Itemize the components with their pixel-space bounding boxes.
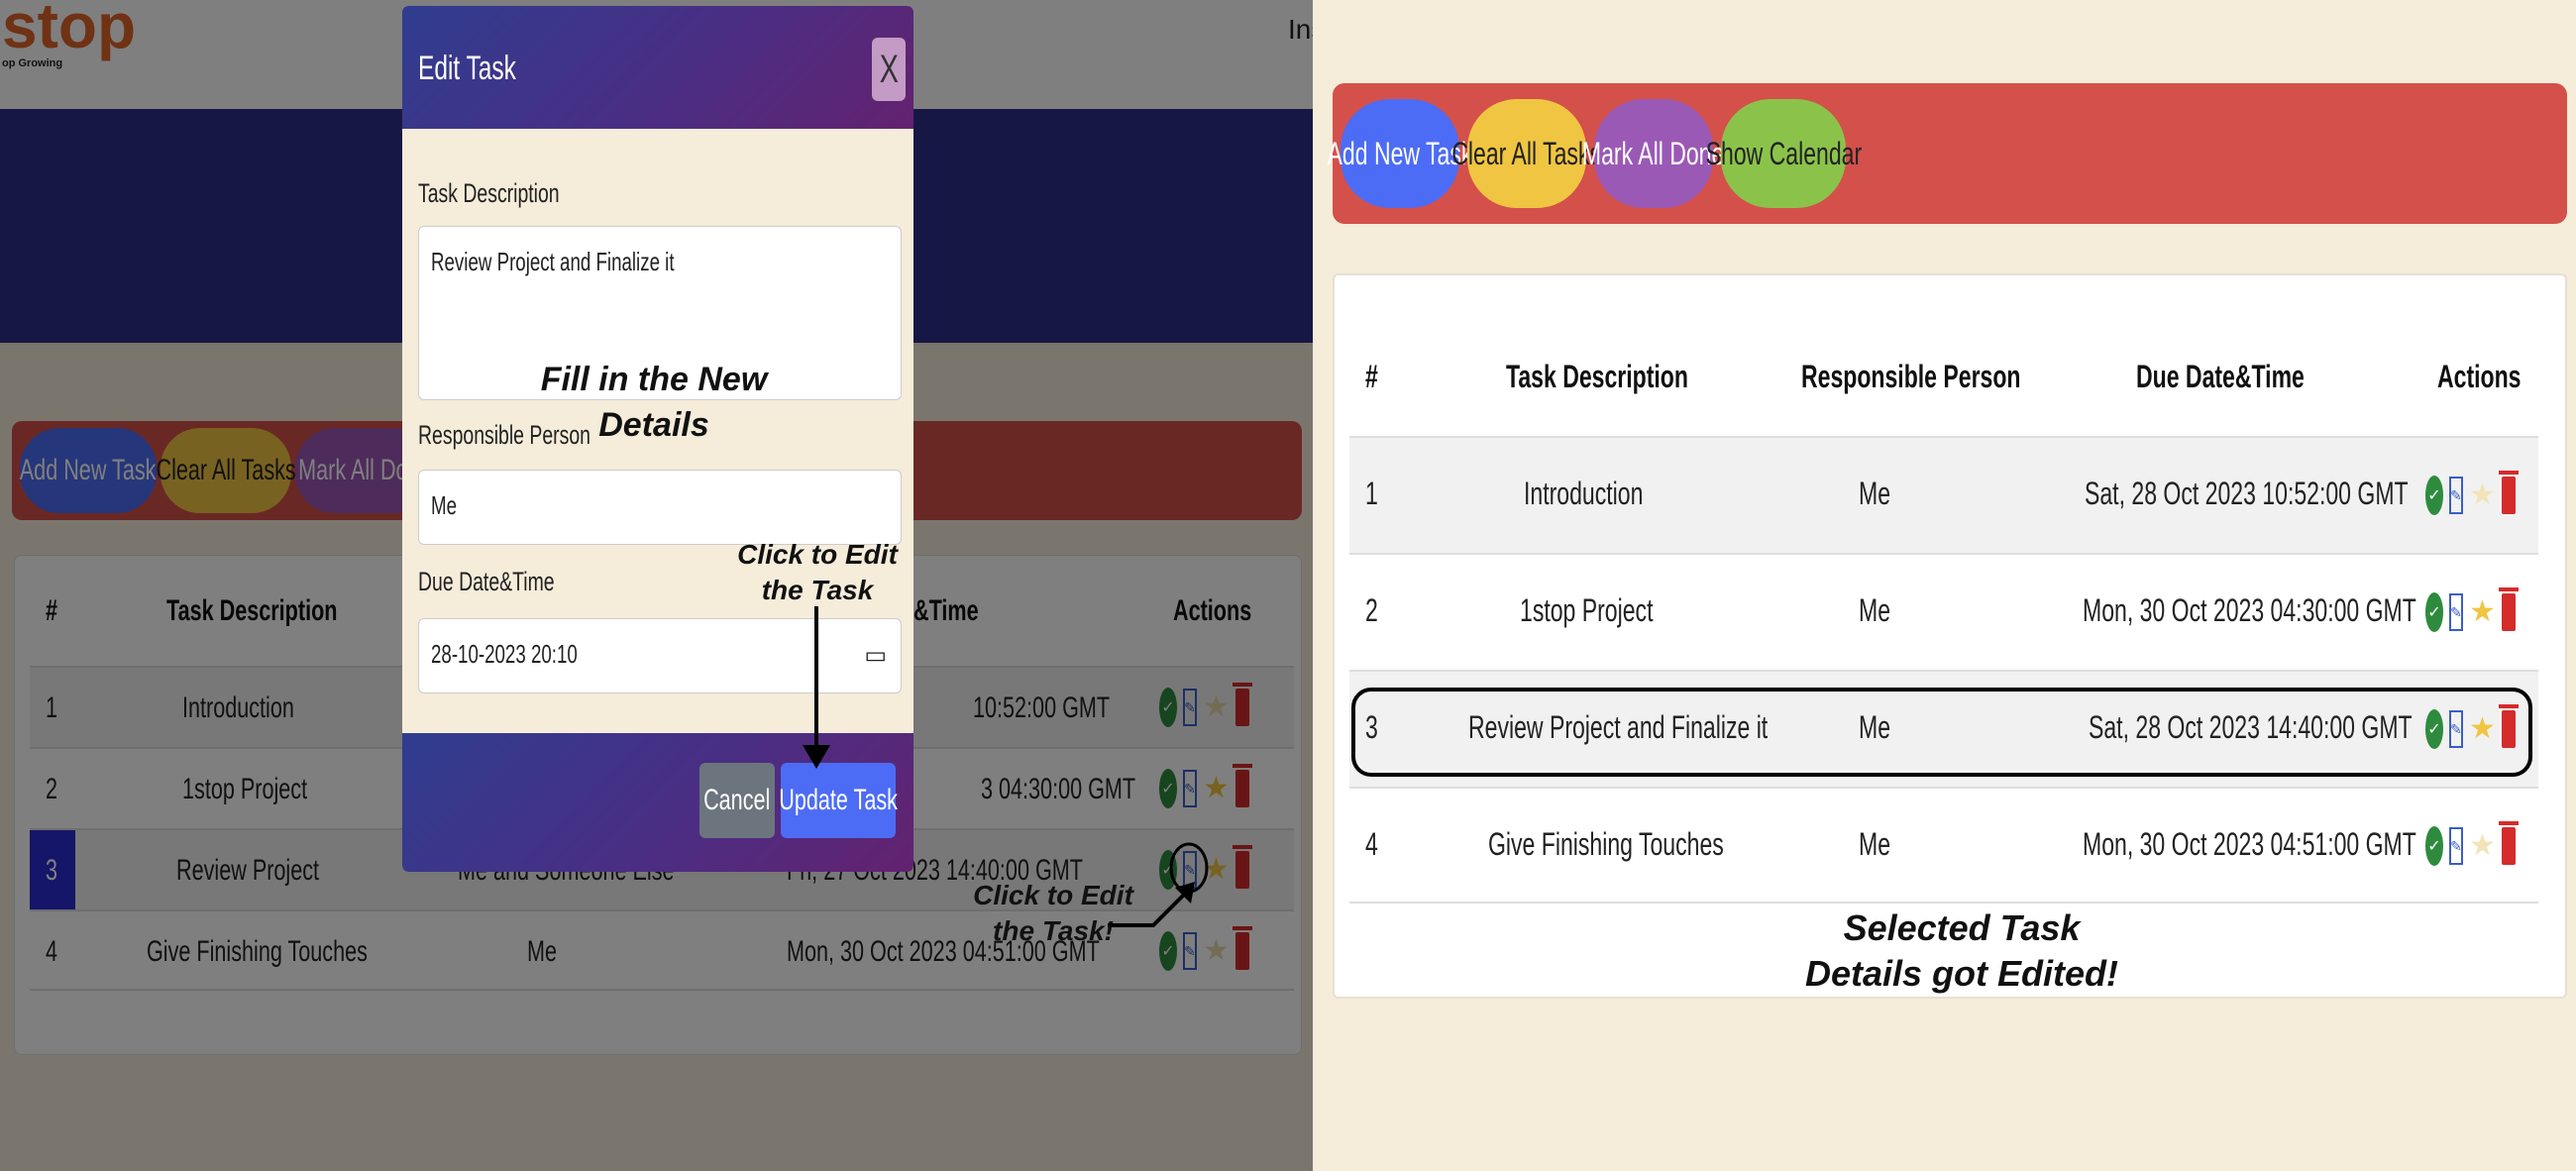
row-desc: Give Finishing Touches (1488, 826, 1724, 862)
annotation-arrows (803, 606, 1209, 927)
check-icon[interactable]: ✓ (2425, 476, 2443, 515)
edit-icon[interactable]: ✎ (2449, 477, 2463, 514)
table-row: 4 Give Finishing Touches Me Mon, 30 Oct … (1349, 787, 2538, 904)
row-desc: Review Project and Finalize it (1468, 709, 1769, 745)
row-num: 2 (1365, 592, 1378, 628)
edit-icon[interactable]: ✎ (2449, 593, 2463, 631)
trash-icon[interactable] (2498, 471, 2519, 514)
row-num: 3 (1365, 709, 1378, 745)
show-calendar-button[interactable]: Show Calendar (1705, 99, 1862, 208)
col-header-desc: Task Description (1506, 359, 1688, 394)
left-screenshot: stop op Growing Ins Add New Task Clear A… (0, 0, 1313, 1171)
col-header-num: # (1365, 359, 1378, 394)
edit-icon[interactable]: ✎ (2449, 827, 2463, 865)
clear-all-tasks-button[interactable]: Clear All Tasks (1452, 99, 1601, 208)
annotation-edited: Selected Task Details got Edited! (1804, 907, 2119, 994)
col-header-person: Responsible Person (1801, 359, 2021, 394)
toolbar: Add New Task Clear All Tasks Mark All Do… (1328, 83, 2567, 224)
row-actions: ✓ ✎ ★ (2425, 821, 2519, 866)
row-num: 1 (1365, 476, 1378, 511)
row-desc: Introduction (1524, 476, 1644, 511)
row-actions: ✓ ✎ ★ (2425, 471, 2519, 515)
add-new-task-button[interactable]: Add New Task (1328, 99, 1472, 208)
row-desc: 1stop Project (1520, 592, 1654, 628)
trash-icon[interactable] (2498, 704, 2519, 748)
trash-icon[interactable] (2498, 821, 2519, 865)
row-person: Me (1859, 476, 1891, 511)
row-actions: ✓ ✎ ★ (2425, 587, 2519, 632)
row-person: Me (1859, 709, 1891, 745)
table-row: 2 1stop Project Me Mon, 30 Oct 2023 04:3… (1349, 553, 2538, 670)
col-header-due: Due Date&Time (2136, 359, 2305, 394)
check-icon[interactable]: ✓ (2425, 592, 2443, 632)
check-icon[interactable]: ✓ (2425, 709, 2443, 749)
star-icon[interactable]: ★ (2469, 597, 2496, 627)
mark-all-done-button[interactable]: Mark All Done (1582, 99, 1725, 208)
star-icon[interactable]: ★ (2469, 714, 2496, 744)
table-row: 1 Introduction Me Sat, 28 Oct 2023 10:52… (1349, 436, 2538, 553)
row-num: 4 (1365, 826, 1378, 862)
edit-icon[interactable]: ✎ (2449, 710, 2463, 748)
trash-icon[interactable] (2498, 587, 2519, 631)
row-person: Me (1859, 592, 1891, 628)
star-icon[interactable]: ★ (2469, 480, 2496, 510)
row-person: Me (1859, 826, 1891, 862)
col-header-actions: Actions (2437, 359, 2522, 394)
table-row: 3 Review Project and Finalize it Me Sat,… (1349, 670, 2538, 787)
star-icon[interactable]: ★ (2469, 831, 2496, 861)
check-icon[interactable]: ✓ (2425, 826, 2443, 866)
row-actions: ✓ ✎ ★ (2425, 704, 2519, 749)
